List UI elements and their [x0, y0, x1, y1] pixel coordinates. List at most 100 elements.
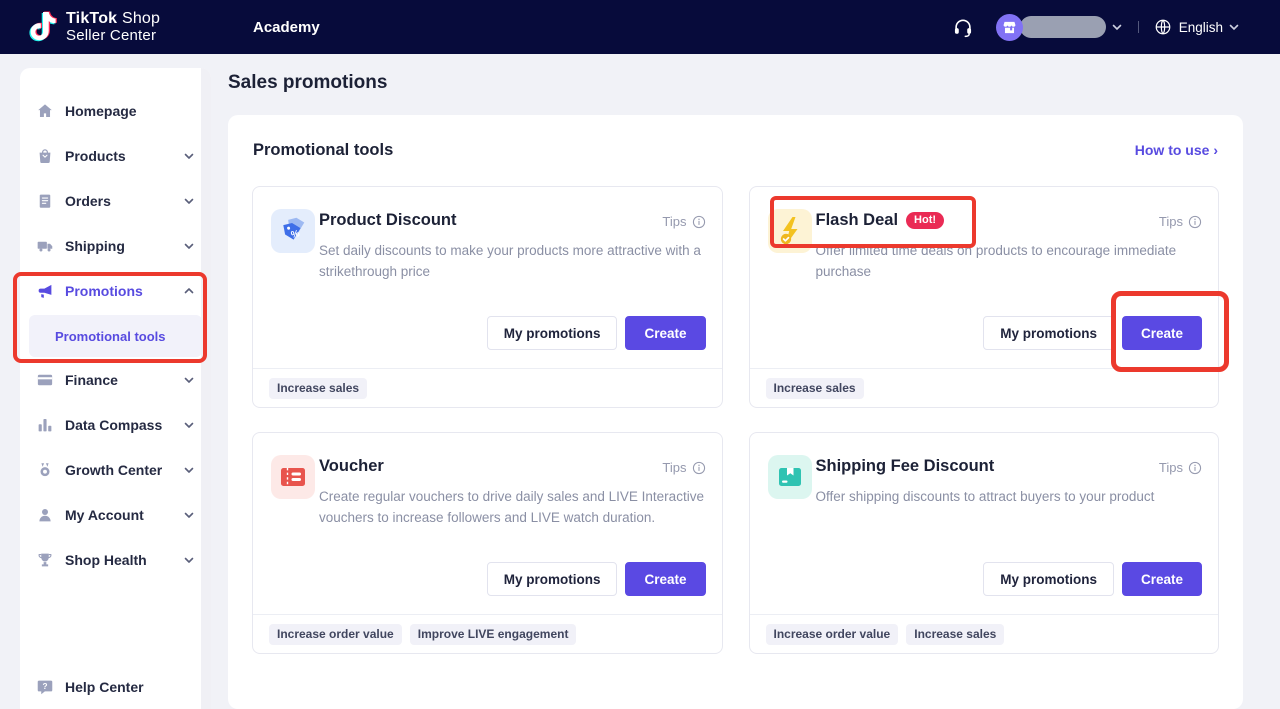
tips-label: Tips — [1159, 214, 1183, 229]
account-name-redacted[interactable] — [1020, 16, 1106, 38]
sidebar-item-shop-health[interactable]: Shop Health — [20, 537, 211, 582]
tips-link[interactable]: Tips — [1159, 214, 1202, 229]
info-circle-icon — [692, 461, 706, 475]
voucher-ticket-icon — [271, 455, 315, 499]
sidebar-item-label: Finance — [65, 372, 118, 388]
chevron-down-icon — [183, 554, 195, 566]
card-description: Set daily discounts to make your product… — [319, 240, 721, 282]
benefit-tag: Increase order value — [269, 624, 402, 645]
chevron-down-icon — [183, 464, 195, 476]
promotional-tools-panel: Promotional tools How to use › %Product … — [228, 115, 1243, 709]
sidebar-item-orders[interactable]: Orders — [20, 178, 211, 223]
shipping-fee-box-icon — [768, 455, 812, 499]
sidebar-item-help-center[interactable]: ? Help Center — [20, 664, 201, 709]
storefront-icon — [1001, 19, 1018, 36]
create-button[interactable]: Create — [625, 562, 705, 596]
sidebar-item-my-account[interactable]: My Account — [20, 492, 211, 537]
tips-label: Tips — [1159, 460, 1183, 475]
chevron-down-icon — [183, 240, 195, 252]
arrow-right-icon: › — [1213, 142, 1218, 158]
tips-label: Tips — [662, 214, 686, 229]
sidebar-item-finance[interactable]: Finance — [20, 357, 211, 402]
my-promotions-button[interactable]: My promotions — [487, 562, 618, 596]
my-promotions-button[interactable]: My promotions — [983, 562, 1114, 596]
hot-badge: Hot! — [906, 212, 944, 229]
sidebar-item-label: Orders — [65, 193, 111, 209]
svg-text:?: ? — [42, 681, 47, 690]
sidebar-nav: Homepage Products Orders Shipping Promotions… — [20, 68, 211, 582]
sidebar-item-promotions[interactable]: Promotions — [20, 268, 211, 313]
card-title-row: Product Discount — [319, 211, 457, 230]
my-promotions-button[interactable]: My promotions — [487, 316, 618, 350]
bar-chart-icon — [36, 416, 54, 434]
card-title-row: Flash Deal Hot! — [816, 211, 945, 230]
card-buttons: My promotionsCreate — [983, 562, 1202, 596]
sidebar-item-label: Help Center — [65, 679, 144, 695]
card-flash-deal: Flash Deal Hot! Tips Offer limited time dea… — [749, 186, 1220, 408]
nav-academy[interactable]: Academy — [253, 0, 320, 54]
sidebar-item-products[interactable]: Products — [20, 133, 211, 178]
support-headset-icon[interactable] — [952, 16, 974, 38]
chevron-down-icon[interactable] — [1228, 21, 1240, 33]
sidebar-item-label: Shop Health — [65, 552, 147, 568]
sidebar-item-growth-center[interactable]: Growth Center — [20, 447, 211, 492]
tips-label: Tips — [662, 460, 686, 475]
page-title: Sales promotions — [228, 72, 387, 94]
language-selector[interactable]: English — [1179, 20, 1223, 35]
benefit-tag: Increase order value — [766, 624, 899, 645]
help-bubble-icon: ? — [36, 678, 54, 696]
person-icon — [36, 506, 54, 524]
create-button[interactable]: Create — [1122, 316, 1202, 350]
shop-avatar[interactable] — [996, 14, 1023, 41]
create-button[interactable]: Create — [1122, 562, 1202, 596]
sidebar-scrollbar[interactable] — [201, 68, 211, 709]
card-description: Offer shipping discounts to attract buye… — [816, 486, 1218, 507]
chevron-down-icon — [183, 195, 195, 207]
my-promotions-button[interactable]: My promotions — [983, 316, 1114, 350]
sidebar-item-label: My Account — [65, 507, 144, 523]
sidebar-item-label: Homepage — [65, 103, 137, 119]
sidebar-item-shipping[interactable]: Shipping — [20, 223, 211, 268]
home-icon — [36, 102, 54, 120]
sidebar-item-label: Promotions — [65, 283, 143, 299]
card-footer: Increase order value Improve LIVE engagem… — [253, 614, 722, 653]
chevron-down-icon[interactable] — [1111, 21, 1123, 33]
benefit-tag: Improve LIVE engagement — [410, 624, 577, 645]
megaphone-icon — [36, 282, 54, 300]
tips-link[interactable]: Tips — [1159, 460, 1202, 475]
card-shipping-fee-discount: Shipping Fee Discount Tips Offer shipping … — [749, 432, 1220, 654]
chevron-down-icon — [183, 509, 195, 521]
flash-deal-bolt-icon — [768, 209, 812, 253]
card-description: Offer limited time deals on products to … — [816, 240, 1218, 282]
card-title: Shipping Fee Discount — [816, 457, 995, 476]
trophy-icon — [36, 551, 54, 569]
orders-doc-icon — [36, 192, 54, 210]
sidebar-item-homepage[interactable]: Homepage — [20, 88, 211, 133]
chevron-down-icon — [183, 150, 195, 162]
info-circle-icon — [1188, 215, 1202, 229]
panel-header: Promotional tools How to use › — [228, 115, 1243, 185]
sidebar: Homepage Products Orders Shipping Promotions… — [20, 68, 211, 709]
info-circle-icon — [1188, 461, 1202, 475]
chevron-down-icon — [183, 374, 195, 386]
card-title: Product Discount — [319, 211, 457, 230]
card-voucher: VoucherTipsCreate regular vouchers to dr… — [252, 432, 723, 654]
products-bag-icon — [36, 147, 54, 165]
tips-link[interactable]: Tips — [662, 214, 705, 229]
benefit-tag: Increase sales — [269, 378, 367, 399]
sidebar-item-label: Growth Center — [65, 462, 162, 478]
sidebar-item-label: Shipping — [65, 238, 125, 254]
benefit-tag: Increase sales — [906, 624, 1004, 645]
tips-link[interactable]: Tips — [662, 460, 705, 475]
globe-icon[interactable] — [1154, 18, 1172, 36]
benefit-tag: Increase sales — [766, 378, 864, 399]
tiktok-shop-logo[interactable]: TikTok Shop Seller Center — [28, 10, 160, 44]
cards-grid: %Product DiscountTipsSet daily discounts… — [228, 185, 1243, 655]
how-to-use-link[interactable]: How to use › — [1135, 142, 1218, 158]
sidebar-item-promotional-tools[interactable]: Promotional tools — [29, 315, 202, 357]
card-title: Voucher — [319, 457, 384, 476]
create-button[interactable]: Create — [625, 316, 705, 350]
card-title: Flash Deal — [816, 211, 899, 230]
logo-tiktok: TikTok — [66, 10, 117, 27]
sidebar-item-data-compass[interactable]: Data Compass — [20, 402, 211, 447]
